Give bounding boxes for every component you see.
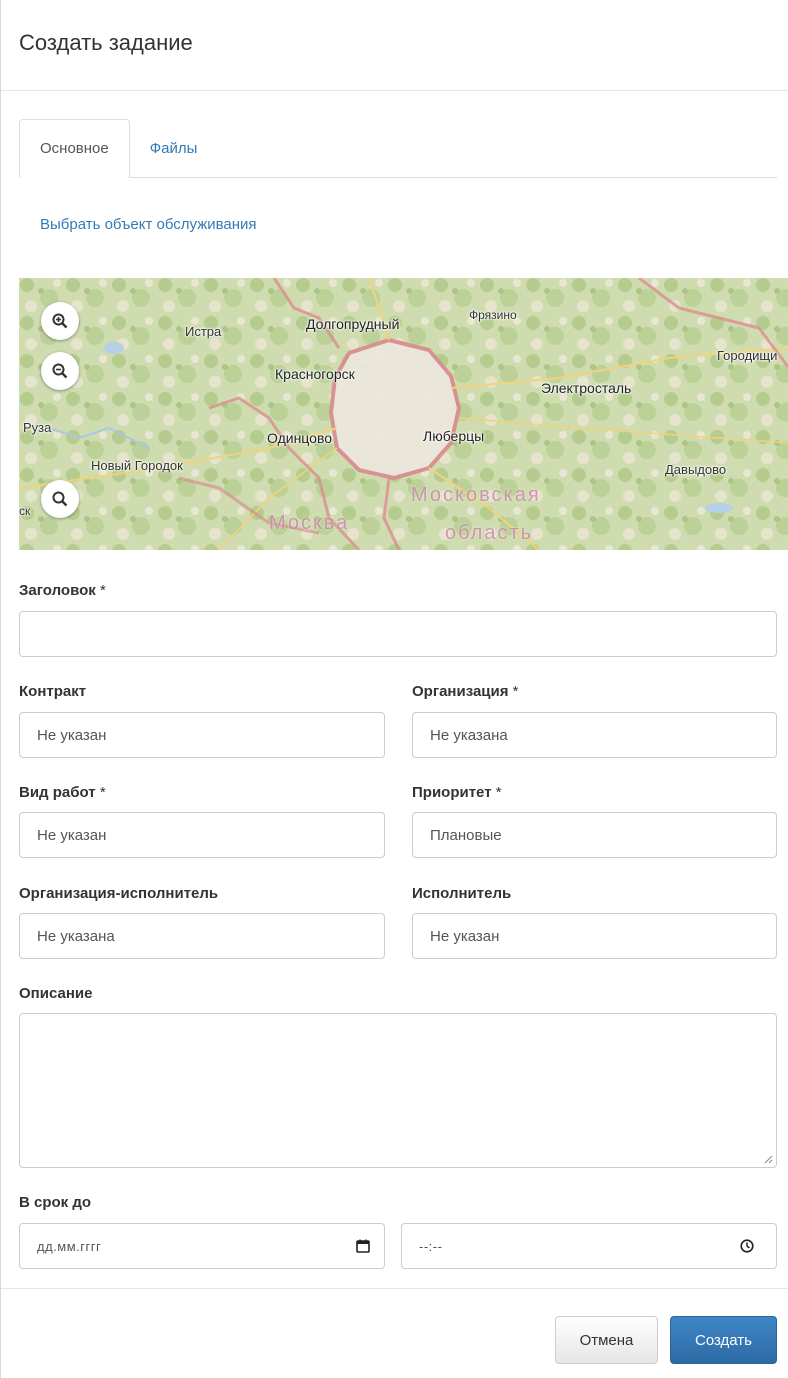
- modal-title: Создать задание: [19, 30, 193, 55]
- create-task-modal: Создать задание Основное Файлы Выбрать о…: [0, 0, 788, 1378]
- select-service-object-link[interactable]: Выбрать объект обслуживания: [40, 216, 257, 233]
- organization-label: Организация *: [412, 683, 519, 700]
- priority-label: Приоритет *: [412, 784, 502, 801]
- map-place-label: Красногорск: [275, 366, 355, 382]
- map[interactable]: Истра Долгопрудный Фрязино Городищи Крас…: [19, 278, 788, 550]
- map-place-label: Давыдово: [665, 462, 727, 477]
- resize-grip-icon[interactable]: [763, 1154, 773, 1164]
- time-placeholder: --:--: [419, 1238, 443, 1254]
- zoom-in-icon: [52, 313, 68, 329]
- map-region-label: Москва: [269, 512, 350, 534]
- organization-label-text: Организация: [412, 683, 509, 700]
- deadline-time-input[interactable]: --:--: [401, 1223, 777, 1269]
- tab-main[interactable]: Основное: [19, 119, 130, 178]
- calendar-icon[interactable]: [356, 1239, 370, 1253]
- description-label: Описание: [19, 985, 93, 1002]
- map-place-label: Электросталь: [541, 380, 632, 396]
- required-mark: *: [99, 582, 106, 599]
- description-textarea[interactable]: [19, 1013, 777, 1168]
- zoom-out-icon: [52, 363, 68, 379]
- tabs: Основное Файлы: [19, 119, 777, 178]
- map-place-label: Фрязино: [469, 308, 517, 322]
- title-label-text: Заголовок: [19, 582, 96, 599]
- contract-select[interactable]: Не указан: [19, 712, 385, 758]
- organization-select[interactable]: Не указана: [412, 712, 777, 758]
- map-place-label: Новый Городок: [91, 458, 183, 473]
- create-button[interactable]: Создать: [670, 1316, 777, 1364]
- map-place-label: Истра: [185, 324, 222, 339]
- date-placeholder: дд.мм.гггг: [37, 1238, 102, 1254]
- required-mark: *: [495, 784, 502, 801]
- map-place-label: Люберцы: [423, 428, 485, 444]
- map-region-label: Московская: [411, 484, 541, 506]
- executor-org-select[interactable]: Не указана: [19, 913, 385, 959]
- map-place-label: Городищи: [717, 348, 778, 363]
- cancel-button[interactable]: Отмена: [555, 1316, 658, 1364]
- map-place-label: Одинцово: [267, 430, 333, 446]
- executor-select[interactable]: Не указан: [412, 913, 777, 959]
- required-mark: *: [99, 784, 106, 801]
- deadline-label: В срок до: [19, 1194, 92, 1211]
- priority-label-text: Приоритет: [412, 784, 492, 801]
- map-search-button[interactable]: [41, 480, 79, 518]
- work-type-label-text: Вид работ: [19, 784, 96, 801]
- map-place-label: Руза: [23, 420, 52, 435]
- zoom-out-button[interactable]: [41, 352, 79, 390]
- executor-org-label: Организация-исполнитель: [19, 885, 219, 902]
- map-region-label: область: [445, 522, 534, 544]
- required-mark: *: [512, 683, 519, 700]
- map-background: [19, 278, 788, 550]
- modal-header: Создать задание: [1, 0, 788, 91]
- work-type-label: Вид работ *: [19, 784, 106, 801]
- title-label: Заголовок *: [19, 582, 106, 599]
- search-icon: [52, 491, 68, 507]
- executor-label: Исполнитель: [412, 885, 512, 902]
- title-input[interactable]: [19, 611, 777, 657]
- modal-footer-divider: [1, 1288, 788, 1289]
- clock-icon[interactable]: [740, 1239, 754, 1253]
- deadline-date-input[interactable]: дд.мм.гггг: [19, 1223, 385, 1269]
- priority-select[interactable]: Плановые: [412, 812, 777, 858]
- map-place-label: ск: [19, 504, 31, 518]
- contract-label: Контракт: [19, 683, 87, 700]
- map-place-label: Долгопрудный: [306, 316, 400, 332]
- work-type-select[interactable]: Не указан: [19, 812, 385, 858]
- zoom-in-button[interactable]: [41, 302, 79, 340]
- tab-files[interactable]: Файлы: [130, 119, 218, 177]
